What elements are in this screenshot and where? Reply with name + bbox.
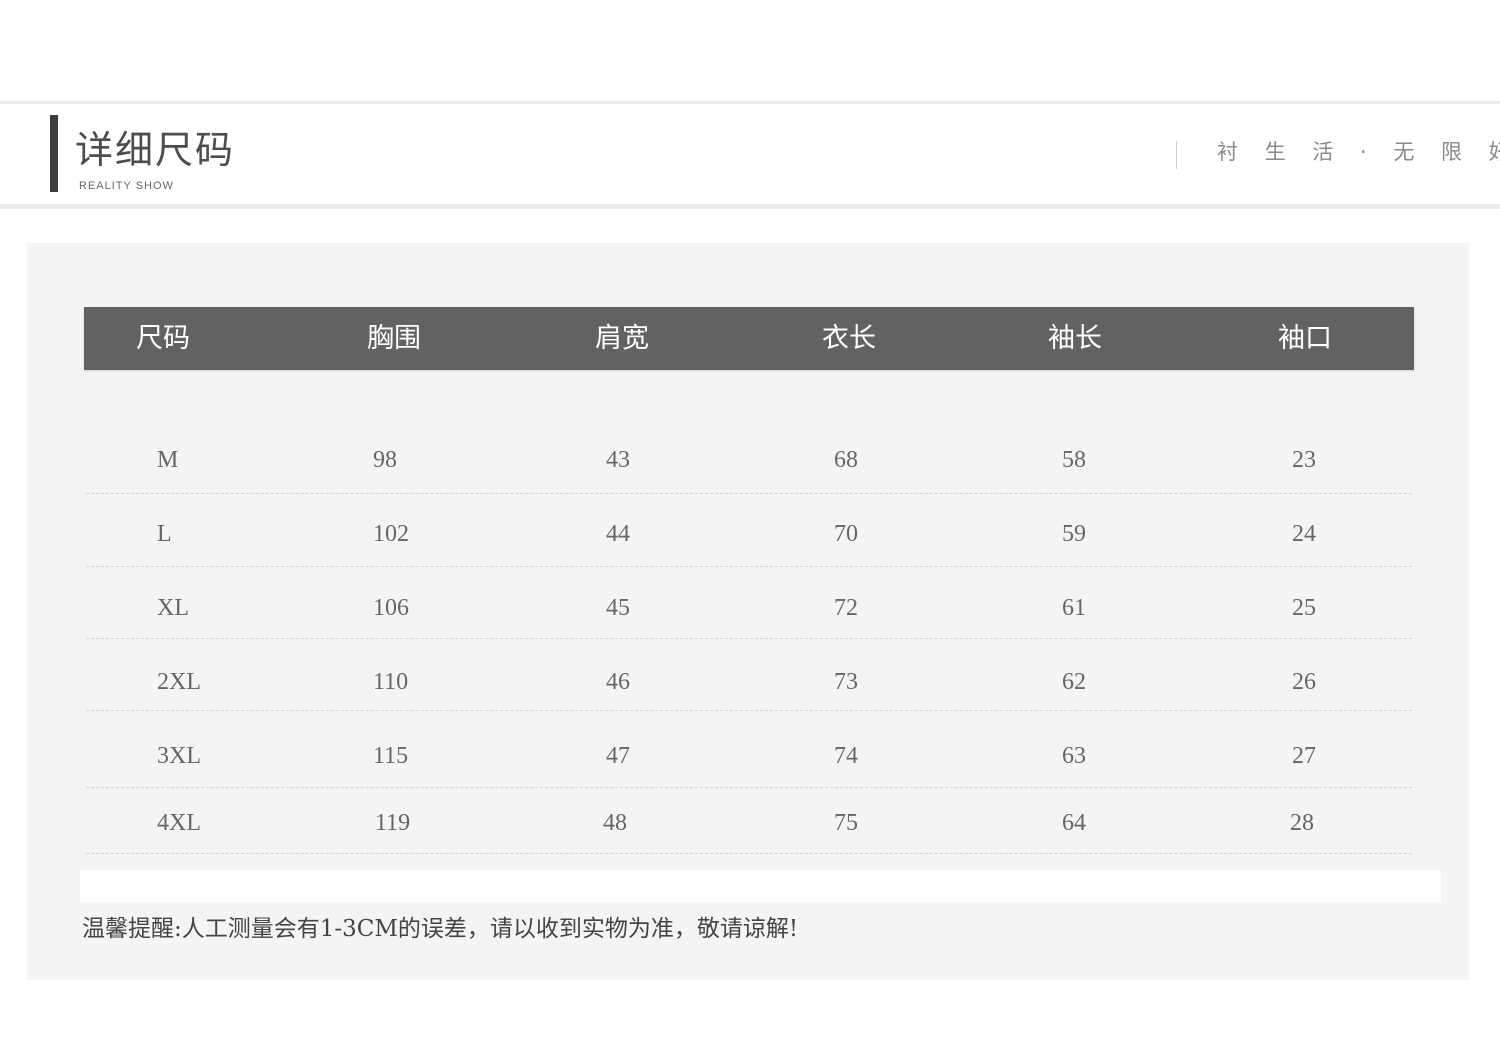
table-cell-sleeve: 63 xyxy=(1062,743,1086,769)
table-cell-length: 75 xyxy=(834,810,858,836)
table-cell-sleeve: 59 xyxy=(1062,521,1086,547)
table-cell-shoulder: 44 xyxy=(606,521,630,547)
table-cell-chest: 110 xyxy=(373,669,409,695)
table-cell-chest: 119 xyxy=(375,810,411,836)
table-cell-cuff: 26 xyxy=(1292,669,1316,695)
table-cell-size: L xyxy=(157,521,172,547)
table-cell-length: 68 xyxy=(834,447,858,473)
table-cell-length: 72 xyxy=(834,595,858,621)
table-cell-sleeve: 58 xyxy=(1062,447,1086,473)
table-cell-cuff: 27 xyxy=(1292,743,1316,769)
table-cell-cuff: 28 xyxy=(1290,810,1314,836)
table-cell-sleeve: 64 xyxy=(1062,810,1086,836)
table-cell-length: 73 xyxy=(834,669,858,695)
table-cell-chest: 115 xyxy=(373,743,409,769)
measurement-note: 温馨提醒:人工测量会有1-3CM的误差，请以收到实物为准，敬请谅解! xyxy=(82,916,799,942)
table-cell-shoulder: 45 xyxy=(606,595,630,621)
row-divider xyxy=(86,493,1412,494)
table-cell-shoulder: 46 xyxy=(606,669,630,695)
table-cell-chest: 102 xyxy=(373,521,409,547)
brand-slogan: 衬 生 活 · 无 限 好 xyxy=(1217,140,1500,164)
column-header-cuff: 袖口 xyxy=(1278,323,1332,354)
column-header-size: 尺码 xyxy=(136,323,190,354)
page-title: 详细尺码 xyxy=(75,128,236,172)
row-divider xyxy=(86,566,1412,567)
title-accent-bar xyxy=(50,115,58,192)
column-header-shoulder: 肩宽 xyxy=(595,323,649,354)
table-cell-chest: 98 xyxy=(373,447,397,473)
row-divider xyxy=(86,853,1412,854)
table-cell-cuff: 24 xyxy=(1292,521,1316,547)
table-cell-length: 74 xyxy=(834,743,858,769)
table-cell-size: XL xyxy=(157,595,189,621)
table-cell-cuff: 25 xyxy=(1292,595,1316,621)
table-footer-strip xyxy=(80,870,1441,902)
column-header-length: 衣长 xyxy=(822,323,876,354)
table-cell-sleeve: 62 xyxy=(1062,669,1086,695)
header-divider-bottom xyxy=(0,204,1500,209)
column-header-sleeve: 袖长 xyxy=(1048,323,1102,354)
table-cell-size: 4XL xyxy=(157,810,201,836)
table-header: 尺码 胸围 肩宽 衣长 袖长 袖口 xyxy=(84,307,1414,370)
slogan-divider xyxy=(1176,141,1177,169)
table-cell-cuff: 23 xyxy=(1292,447,1316,473)
header-divider-top xyxy=(0,101,1500,104)
row-divider xyxy=(86,710,1412,711)
table-cell-sleeve: 61 xyxy=(1062,595,1086,621)
row-divider xyxy=(86,638,1412,639)
table-cell-shoulder: 48 xyxy=(603,810,627,836)
table-cell-size: M xyxy=(157,447,179,473)
row-divider xyxy=(86,787,1412,788)
table-cell-shoulder: 47 xyxy=(606,743,630,769)
table-cell-length: 70 xyxy=(834,521,858,547)
table-cell-size: 2XL xyxy=(157,669,201,695)
table-cell-shoulder: 43 xyxy=(606,447,630,473)
page-subtitle: REALITY SHOW xyxy=(79,180,174,192)
column-header-chest: 胸围 xyxy=(367,323,421,354)
table-cell-size: 3XL xyxy=(157,743,201,769)
table-cell-chest: 106 xyxy=(373,595,409,621)
